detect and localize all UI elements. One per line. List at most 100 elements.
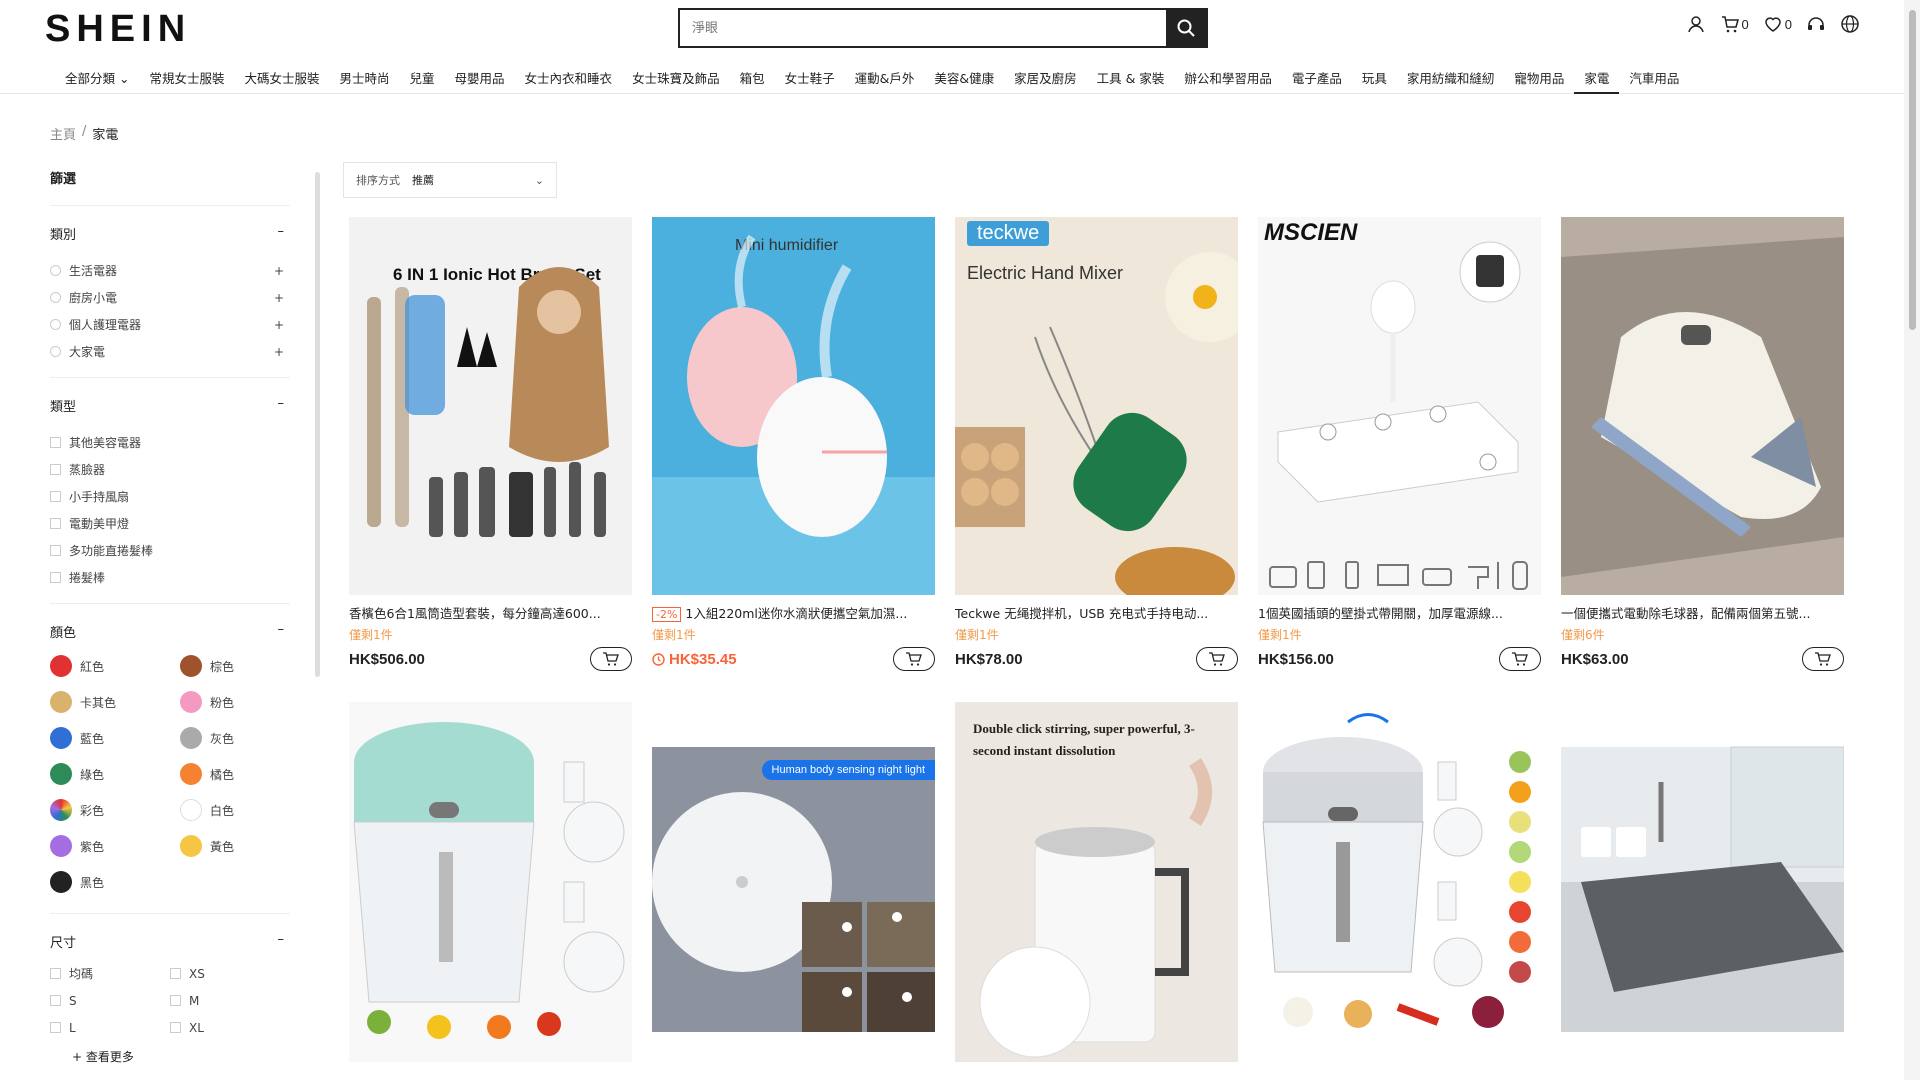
color-swatch[interactable] <box>180 727 202 749</box>
color-option[interactable]: 粉色 <box>180 691 290 713</box>
size-section-header[interactable]: 尺寸 – <box>50 932 290 951</box>
checkbox[interactable] <box>50 995 61 1006</box>
category-option[interactable]: 個人護理電器 + <box>50 311 290 338</box>
nav-item[interactable]: 兒童 <box>400 62 445 94</box>
type-option[interactable]: 多功能直捲髮棒 <box>50 537 290 564</box>
checkbox[interactable] <box>170 1022 181 1033</box>
product-image[interactable]: 6 IN 1 Ionic Hot Brush Set <box>349 217 632 595</box>
size-option[interactable]: XS <box>170 965 280 982</box>
nav-item[interactable]: 美容&健康 <box>924 62 1004 94</box>
color-option[interactable]: 白色 <box>180 799 290 821</box>
shein-logo[interactable]: SHEIN <box>45 8 191 51</box>
nav-item-active[interactable]: 家電 <box>1574 62 1620 94</box>
product-image[interactable]: MSCIEN <box>1258 217 1541 595</box>
color-option[interactable]: 黑色 <box>50 871 180 893</box>
category-option[interactable]: 生活電器 + <box>50 257 290 284</box>
type-option[interactable]: 蒸臉器 <box>50 456 290 483</box>
product-image[interactable] <box>1561 217 1844 595</box>
category-option[interactable]: 廚房小電 + <box>50 284 290 311</box>
product-title[interactable]: Teckwe 无绳搅拌机，USB 充电式手持电动... <box>955 603 1238 622</box>
size-option[interactable]: L <box>50 1019 170 1036</box>
nav-item[interactable]: 家居及廚房 <box>1004 62 1087 94</box>
sort-dropdown[interactable]: 排序方式 推薦 ⌄ <box>343 162 557 198</box>
category-section-header[interactable]: 類別 – <box>50 224 290 243</box>
product-title[interactable]: 1個英國插頭的壁掛式帶開關，加厚電源線... <box>1258 603 1541 622</box>
add-to-cart-button[interactable] <box>590 647 632 671</box>
size-option[interactable]: XL <box>170 1019 280 1036</box>
checkbox[interactable] <box>50 518 61 529</box>
product-card[interactable]: 6 IN 1 Ionic Hot Brush Set 香檳色6合1風筒造型套裝，… <box>349 217 632 671</box>
nav-item[interactable]: 電子產品 <box>1282 62 1352 94</box>
expand-icon[interactable]: + <box>274 345 284 359</box>
size-option[interactable]: M <box>170 992 280 1009</box>
checkbox[interactable] <box>170 968 181 979</box>
product-card[interactable]: Double click stirring, super powerful, 3… <box>955 702 1238 1062</box>
product-card[interactable]: Mini humidifier -2% 1入組220ml迷你水滴狀便攜空氣加濕..… <box>652 217 935 671</box>
search-button[interactable] <box>1166 10 1206 46</box>
product-card[interactable]: 一個便攜式電動除毛球器，配備兩個第五號... 僅剩6件 HK$63.00 <box>1561 217 1844 671</box>
color-swatch[interactable] <box>180 691 202 713</box>
color-option[interactable]: 紅色 <box>50 655 180 677</box>
nav-item[interactable]: 男士時尚 <box>330 62 400 94</box>
color-swatch[interactable] <box>50 727 72 749</box>
page-scrollbar[interactable] <box>1904 0 1920 1080</box>
type-section-header[interactable]: 類型 – <box>50 396 290 415</box>
product-card[interactable] <box>349 702 632 1062</box>
product-card[interactable]: MSCIEN 1個英國插頭的壁掛式帶開關，加厚電源線... 僅剩1件 HK$15… <box>1258 217 1541 671</box>
product-image[interactable] <box>1258 702 1541 1062</box>
wishlist-button[interactable]: 0 <box>1763 14 1792 34</box>
category-option[interactable]: 大家電 + <box>50 338 290 365</box>
type-option[interactable]: 捲髮棒 <box>50 564 290 591</box>
checkbox[interactable] <box>50 437 61 448</box>
radio-button[interactable] <box>50 346 61 357</box>
color-swatch[interactable] <box>180 835 202 857</box>
type-option[interactable]: 其他美容電器 <box>50 429 290 456</box>
radio-button[interactable] <box>50 265 61 276</box>
expand-icon[interactable]: + <box>274 264 284 278</box>
color-section-header[interactable]: 顏色 – <box>50 622 290 641</box>
cart-button[interactable]: 0 <box>1720 14 1749 34</box>
product-title[interactable]: 香檳色6合1風筒造型套裝，每分鐘高達600... <box>349 603 632 622</box>
color-swatch[interactable] <box>50 799 72 821</box>
color-swatch[interactable] <box>180 763 202 785</box>
product-image[interactable] <box>349 702 632 1062</box>
search-input[interactable] <box>680 10 1166 46</box>
color-option[interactable]: 灰色 <box>180 727 290 749</box>
color-swatch[interactable] <box>50 763 72 785</box>
color-swatch[interactable] <box>50 655 72 677</box>
color-swatch[interactable] <box>180 655 202 677</box>
type-option[interactable]: 電動美甲燈 <box>50 510 290 537</box>
color-option[interactable]: 橘色 <box>180 763 290 785</box>
checkbox[interactable] <box>50 572 61 583</box>
nav-item[interactable]: 箱包 <box>730 62 775 94</box>
nav-item-all[interactable]: 全部分類 ⌄ <box>55 62 139 94</box>
radio-button[interactable] <box>50 292 61 303</box>
product-image[interactable]: Mini humidifier <box>652 217 935 595</box>
add-to-cart-button[interactable] <box>893 647 935 671</box>
color-swatch[interactable] <box>50 691 72 713</box>
nav-item[interactable]: 女士鞋子 <box>775 62 845 94</box>
product-card[interactable]: Human body sensing night light <box>652 702 935 1062</box>
radio-button[interactable] <box>50 319 61 330</box>
size-option[interactable]: 均碼 <box>50 965 170 982</box>
product-title[interactable]: -2% 1入組220ml迷你水滴狀便攜空氣加濕... <box>652 603 935 622</box>
checkbox[interactable] <box>50 464 61 475</box>
checkbox[interactable] <box>50 491 61 502</box>
product-card[interactable] <box>1561 702 1844 1062</box>
nav-item[interactable]: 玩具 <box>1352 62 1397 94</box>
nav-item[interactable]: 女士內衣和睡衣 <box>515 62 623 94</box>
color-option[interactable]: 棕色 <box>180 655 290 677</box>
color-swatch[interactable] <box>50 871 72 893</box>
view-more-link[interactable]: + 查看更多 <box>72 1048 290 1065</box>
color-swatch[interactable] <box>50 835 72 857</box>
nav-item[interactable]: 母嬰用品 <box>445 62 515 94</box>
language-button[interactable] <box>1840 14 1860 34</box>
breadcrumb-home[interactable]: 主頁 <box>50 124 76 143</box>
add-to-cart-button[interactable] <box>1499 647 1541 671</box>
color-option[interactable]: 卡其色 <box>50 691 180 713</box>
nav-item[interactable]: 大碼女士服裝 <box>234 62 329 94</box>
color-option[interactable]: 紫色 <box>50 835 180 857</box>
nav-item[interactable]: 工具 & 家裝 <box>1087 62 1175 94</box>
size-option[interactable]: S <box>50 992 170 1009</box>
color-option[interactable]: 彩色 <box>50 799 180 821</box>
